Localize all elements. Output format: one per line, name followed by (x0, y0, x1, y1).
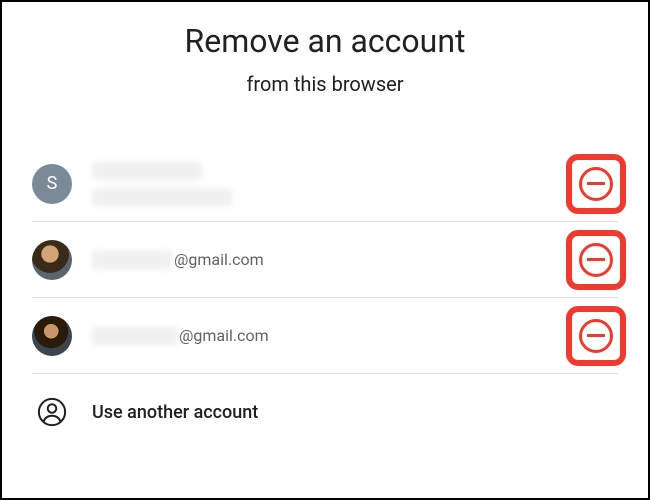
minus-circle-icon (579, 167, 613, 201)
use-another-label: Use another account (92, 402, 258, 423)
account-list: S (2, 146, 648, 450)
account-row[interactable]: @gmail.com (32, 222, 618, 298)
account-info (92, 162, 574, 206)
minus-circle-icon (579, 319, 613, 353)
account-email-redacted (92, 188, 574, 206)
account-name-redacted (92, 162, 574, 184)
avatar-letter: S (47, 173, 58, 194)
account-row[interactable]: S (32, 146, 618, 222)
email-domain: @gmail.com (174, 250, 264, 269)
remove-account-button[interactable] (574, 238, 618, 282)
account-row[interactable]: @gmail.com (32, 298, 618, 374)
avatar: S (32, 164, 72, 204)
use-another-account[interactable]: Use another account (32, 374, 618, 450)
account-info: @gmail.com (92, 326, 574, 345)
account-info: @gmail.com (92, 250, 574, 269)
email-domain: @gmail.com (179, 326, 269, 345)
dialog-title: Remove an account (2, 22, 648, 60)
avatar (32, 240, 72, 280)
remove-account-dialog: Remove an account from this browser S (2, 2, 648, 498)
account-email: @gmail.com (92, 250, 574, 269)
dialog-subtitle: from this browser (2, 72, 648, 96)
person-circle-icon (32, 392, 72, 432)
remove-button-highlight (574, 238, 618, 282)
account-email: @gmail.com (92, 326, 574, 345)
remove-button-highlight (574, 314, 618, 358)
remove-button-highlight (574, 162, 618, 206)
minus-circle-icon (579, 243, 613, 277)
remove-account-button[interactable] (574, 162, 618, 206)
remove-account-button[interactable] (574, 314, 618, 358)
avatar (32, 316, 72, 356)
